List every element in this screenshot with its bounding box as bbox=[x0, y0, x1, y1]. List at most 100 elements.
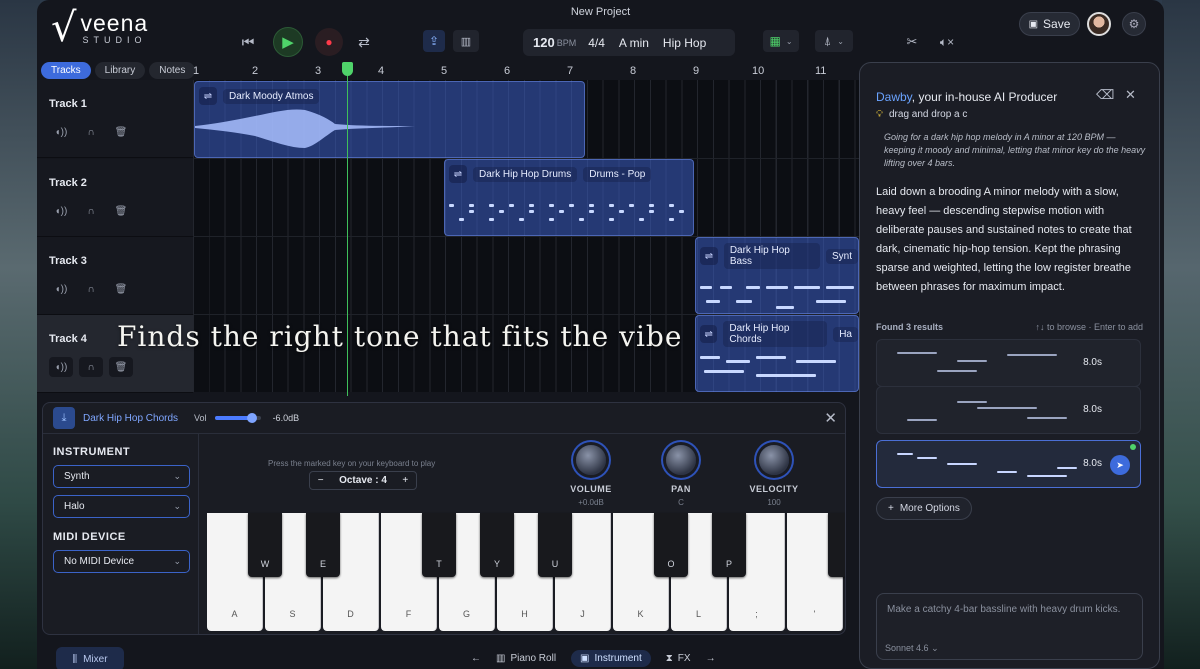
tab-tracks[interactable]: Tracks bbox=[41, 62, 91, 79]
mute-all-icon[interactable]: 🔈︎× bbox=[937, 33, 957, 51]
ruler-bar-8[interactable]: 8 bbox=[630, 65, 636, 77]
trash-icon[interactable]: 🗑︎ bbox=[109, 201, 133, 221]
download-icon[interactable]: ⤓ bbox=[53, 407, 75, 429]
result-item[interactable]: 8.0s bbox=[876, 339, 1141, 387]
time-signature[interactable]: 4/4 bbox=[588, 36, 605, 50]
playhead-handle[interactable] bbox=[342, 62, 353, 76]
headphones-icon[interactable]: ∩ bbox=[79, 201, 103, 221]
black-key[interactable]: P bbox=[712, 513, 746, 577]
ruler-bar-5[interactable]: 5 bbox=[441, 65, 447, 77]
preset-select[interactable]: Halo ⌄ bbox=[53, 495, 190, 518]
midi-note bbox=[746, 286, 760, 289]
genre-value[interactable]: Hip Hop bbox=[663, 36, 706, 50]
model-selector[interactable]: Sonnet 4.6 ⌄ bbox=[885, 643, 939, 654]
clip-settings-icon[interactable]: ⇌ bbox=[449, 165, 467, 183]
piano-add-icon[interactable]: ▥ bbox=[453, 30, 479, 52]
background-landscape-left bbox=[0, 0, 40, 669]
black-key[interactable]: T bbox=[422, 513, 456, 577]
trash-icon[interactable]: 🗑︎ bbox=[109, 279, 133, 299]
gear-icon[interactable]: ⚙ bbox=[1122, 12, 1146, 36]
send-icon[interactable]: ➤ bbox=[1110, 455, 1130, 475]
black-key[interactable] bbox=[828, 513, 845, 577]
bpm-value[interactable]: 120 bbox=[533, 35, 555, 50]
grid-toggle-icon[interactable]: ▦ ⌄ bbox=[763, 30, 799, 52]
trash-icon[interactable]: 🗑︎ bbox=[109, 357, 133, 377]
play-button[interactable]: ▶ bbox=[273, 27, 303, 57]
track-header[interactable]: Track 3 ◖)) ∩ 🗑︎ bbox=[37, 237, 193, 315]
close-icon[interactable]: ✕ bbox=[1125, 87, 1136, 103]
clear-chat-icon[interactable]: ⌫ bbox=[1096, 87, 1114, 103]
clip-settings-icon[interactable]: ⇌ bbox=[700, 325, 718, 343]
octave-stepper[interactable]: − Octave : 4 + bbox=[309, 471, 417, 490]
ruler-bar-2[interactable]: 2 bbox=[252, 65, 258, 77]
more-options-button[interactable]: + More Options bbox=[876, 497, 972, 520]
clip-settings-icon[interactable]: ⇌ bbox=[700, 247, 718, 265]
instrument-tab[interactable]: ▣ Instrument bbox=[571, 650, 651, 667]
close-icon[interactable]: ✕ bbox=[824, 409, 837, 427]
velocity-knob[interactable] bbox=[759, 445, 789, 475]
arrow-left-icon[interactable]: ← bbox=[471, 653, 481, 664]
scissors-icon[interactable]: ✂ bbox=[903, 33, 921, 51]
mixer-button[interactable]: ⫼ Mixer bbox=[56, 647, 124, 669]
headphones-icon[interactable]: ∩ bbox=[79, 122, 103, 142]
black-key[interactable]: U bbox=[538, 513, 572, 577]
result-item-selected[interactable]: 8.0s ➤ bbox=[876, 440, 1141, 488]
black-key[interactable]: E bbox=[306, 513, 340, 577]
save-button[interactable]: ▣ Save bbox=[1019, 12, 1080, 36]
volume-knob[interactable] bbox=[576, 445, 606, 475]
clip-dark-hip-hop-bass[interactable]: ⇌ Dark Hip Hop Bass Synt bbox=[695, 237, 859, 314]
play-icon: ▶ bbox=[282, 34, 294, 51]
ruler-bar-11[interactable]: 11 bbox=[815, 65, 826, 77]
ruler-bar-4[interactable]: 4 bbox=[378, 65, 384, 77]
tab-library[interactable]: Library bbox=[94, 62, 146, 79]
track-name[interactable]: Track 1 bbox=[49, 98, 87, 110]
ai-prompt-input[interactable]: Make a catchy 4-bar bassline with heavy … bbox=[876, 593, 1143, 660]
speaker-icon[interactable]: ◖)) bbox=[49, 279, 73, 299]
tempo-info-bar[interactable]: 120 BPM 4/4 A min Hip Hop bbox=[523, 29, 735, 56]
track-header[interactable]: Track 1 ◖)) ∩ 🗑︎ bbox=[37, 80, 193, 158]
midi-device-select[interactable]: No MIDI Device ⌄ bbox=[53, 550, 190, 573]
pan-knob[interactable] bbox=[666, 445, 696, 475]
ruler-bar-9[interactable]: 9 bbox=[693, 65, 699, 77]
speaker-icon[interactable]: ◖)) bbox=[49, 357, 73, 377]
loop-icon[interactable]: ⇄ bbox=[355, 33, 373, 51]
clip-dark-moody-atmos[interactable]: ⇌ Dark Moody Atmos bbox=[194, 81, 585, 158]
skip-back-icon[interactable]: ⏮ bbox=[239, 33, 257, 51]
key-value[interactable]: A min bbox=[619, 36, 649, 50]
black-key[interactable]: Y bbox=[480, 513, 514, 577]
ruler-bar-6[interactable]: 6 bbox=[504, 65, 510, 77]
avatar[interactable] bbox=[1087, 12, 1111, 36]
piano-roll-tab[interactable]: ▥ Piano Roll bbox=[487, 650, 565, 667]
track-name[interactable]: Track 3 bbox=[49, 255, 87, 267]
speaker-icon[interactable]: ◖)) bbox=[49, 122, 73, 142]
midi-note bbox=[1027, 475, 1067, 477]
instrument-select[interactable]: Synth ⌄ bbox=[53, 465, 190, 488]
plus-icon[interactable]: + bbox=[402, 475, 408, 486]
ruler-bar-10[interactable]: 10 bbox=[752, 65, 764, 77]
metronome-icon[interactable]: ⍋ ⌄ bbox=[815, 30, 853, 52]
black-key[interactable]: O bbox=[654, 513, 688, 577]
trash-icon[interactable]: 🗑︎ bbox=[109, 122, 133, 142]
volume-slider[interactable] bbox=[214, 413, 261, 423]
ruler-bar-1[interactable]: 1 bbox=[193, 65, 199, 77]
headphones-icon[interactable]: ∩ bbox=[79, 357, 103, 377]
track-name[interactable]: Track 4 bbox=[49, 333, 87, 345]
clip-name: Dark Hip Hop Drums bbox=[473, 166, 578, 182]
result-item[interactable]: 8.0s bbox=[876, 386, 1141, 434]
minus-icon[interactable]: − bbox=[318, 475, 324, 486]
record-button[interactable]: ● bbox=[315, 28, 343, 56]
tab-notes[interactable]: Notes bbox=[149, 62, 196, 79]
track-header[interactable]: Track 2 ◖)) ∩ 🗑︎ bbox=[37, 159, 193, 237]
clip-dark-hip-hop-chords[interactable]: ⇌ Dark Hip Hop Chords Ha bbox=[695, 315, 859, 392]
ruler-bar-7[interactable]: 7 bbox=[567, 65, 573, 77]
track-name[interactable]: Track 2 bbox=[49, 177, 87, 189]
arrow-right-icon[interactable]: → bbox=[706, 653, 716, 664]
ruler-bar-3[interactable]: 3 bbox=[315, 65, 321, 77]
clip-dark-hip-hop-drums[interactable]: ⇌ Dark Hip Hop Drums Drums - Pop bbox=[444, 159, 694, 236]
clip-name: Dark Hip Hop Bass bbox=[723, 243, 820, 269]
export-icon[interactable]: ⇪ bbox=[423, 30, 445, 52]
black-key[interactable]: W bbox=[248, 513, 282, 577]
headphones-icon[interactable]: ∩ bbox=[79, 279, 103, 299]
fx-tab[interactable]: ⧗ FX bbox=[657, 650, 700, 667]
speaker-icon[interactable]: ◖)) bbox=[49, 201, 73, 221]
